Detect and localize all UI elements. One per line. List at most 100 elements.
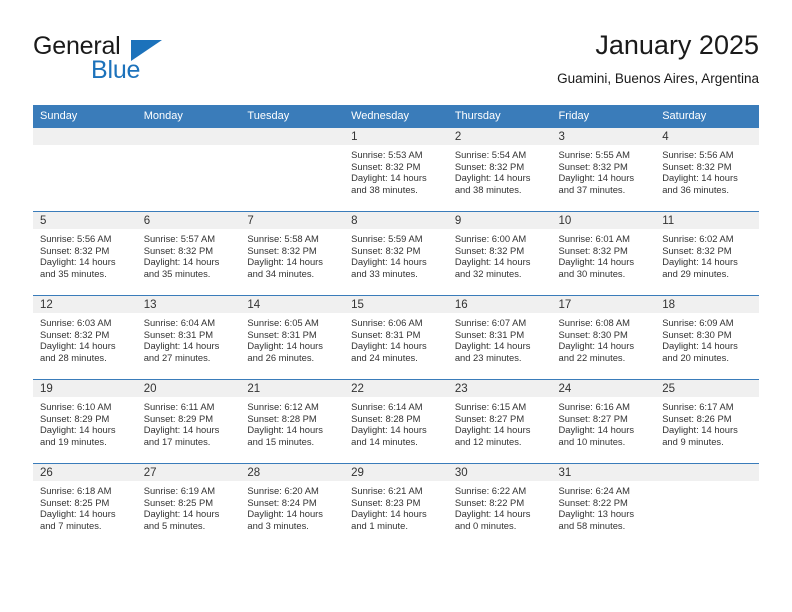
- day-sun-info: Sunrise: 6:21 AM Sunset: 8:23 PM Daylight:…: [344, 481, 448, 531]
- sunrise-time: Sunrise: 6:08 AM: [558, 317, 630, 328]
- weekday-header-thursday: Thursday: [447, 105, 552, 128]
- calendar-day-cell[interactable]: 12 Sunrise: 6:03 AM Sunset: 8:32 PM Dayligh…: [33, 295, 137, 380]
- day-sun-info: Sunrise: 5:56 AM Sunset: 8:32 PM Daylight:…: [33, 229, 137, 279]
- daylight-duration-line1: Daylight: 14 hours: [454, 256, 531, 268]
- sunrise-time: Sunrise: 6:03 AM: [40, 317, 112, 328]
- day-number: 17: [551, 296, 656, 313]
- day-sun-info: Sunrise: 5:54 AM Sunset: 8:32 PM Daylight:…: [448, 145, 552, 195]
- calendar-day-cell[interactable]: 23 Sunrise: 6:15 AM Sunset: 8:27 PM Dayligh…: [447, 379, 552, 464]
- day-sun-info: Sunrise: 5:58 AM Sunset: 8:32 PM Daylight:…: [240, 229, 344, 279]
- calendar-day-cell[interactable]: 2 Sunrise: 5:54 AM Sunset: 8:32 PM Daylight…: [447, 128, 552, 212]
- calendar-day-cell[interactable]: 28 Sunrise: 6:20 AM Sunset: 8:24 PM Dayligh…: [240, 463, 345, 547]
- day-sun-info: Sunrise: 6:10 AM Sunset: 8:29 PM Daylight:…: [33, 397, 137, 447]
- calendar-day-cell[interactable]: 19 Sunrise: 6:10 AM Sunset: 8:29 PM Dayligh…: [33, 379, 137, 464]
- calendar-day-cell[interactable]: 13 Sunrise: 6:04 AM Sunset: 8:31 PM Dayligh…: [136, 295, 241, 380]
- calendar-week-row: 12 Sunrise: 6:03 AM Sunset: 8:32 PM Dayligh…: [33, 295, 759, 380]
- calendar-week-row: 26 Sunrise: 6:18 AM Sunset: 8:25 PM Dayligh…: [33, 463, 759, 547]
- calendar-day-cell[interactable]: 11 Sunrise: 6:02 AM Sunset: 8:32 PM Dayligh…: [655, 211, 759, 296]
- calendar-day-cell[interactable]: 21 Sunrise: 6:12 AM Sunset: 8:28 PM Dayligh…: [240, 379, 345, 464]
- day-cell-content: 29 Sunrise: 6:21 AM Sunset: 8:23 PM Dayligh…: [344, 464, 448, 547]
- sunrise-time: Sunrise: 6:19 AM: [143, 485, 216, 496]
- calendar-day-cell[interactable]: 10 Sunrise: 6:01 AM Sunset: 8:32 PM Dayligh…: [551, 211, 656, 296]
- calendar-day-cell[interactable]: 25 Sunrise: 6:17 AM Sunset: 8:26 PM Dayligh…: [655, 379, 759, 464]
- sunrise-time: Sunrise: 5:53 AM: [351, 149, 423, 160]
- calendar-day-cell[interactable]: 17 Sunrise: 6:08 AM Sunset: 8:30 PM Dayligh…: [551, 295, 656, 380]
- calendar-day-cell[interactable]: 4 Sunrise: 5:56 AM Sunset: 8:32 PM Daylight…: [655, 128, 759, 212]
- sunset-time: Sunset: 8:32 PM: [454, 160, 525, 172]
- day-sun-info: Sunrise: 6:24 AM Sunset: 8:22 PM Daylight:…: [552, 481, 656, 531]
- daylight-duration-line1: Daylight: 14 hours: [662, 340, 738, 352]
- daylight-duration-line1: Daylight: 14 hours: [558, 340, 635, 352]
- daylight-duration-line1: Daylight: 14 hours: [454, 340, 531, 352]
- sunset-time: Sunset: 8:23 PM: [351, 496, 421, 508]
- daylight-duration-line1: Daylight: 14 hours: [143, 508, 220, 520]
- weekday-header-sunday: Sunday: [33, 105, 137, 128]
- daylight-duration-line1: Daylight: 14 hours: [351, 340, 427, 352]
- daylight-duration-line2: and 27 minutes.: [143, 351, 211, 363]
- sunset-time: Sunset: 8:29 PM: [40, 412, 110, 424]
- daylight-duration-line1: Daylight: 14 hours: [662, 172, 738, 184]
- day-sun-info: Sunrise: 5:55 AM Sunset: 8:32 PM Daylight:…: [552, 145, 656, 195]
- daylight-duration-line2: and 3 minutes.: [247, 519, 309, 531]
- daylight-duration-line2: and 37 minutes.: [558, 183, 626, 195]
- daylight-duration-line1: Daylight: 14 hours: [40, 424, 116, 436]
- day-cell-content: 14 Sunrise: 6:05 AM Sunset: 8:31 PM Dayligh…: [240, 296, 345, 379]
- calendar-page: General Blue January 2025 Guamini, Bueno…: [0, 0, 792, 612]
- calendar-day-cell[interactable]: 1 Sunrise: 5:53 AM Sunset: 8:32 PM Daylight…: [344, 128, 448, 212]
- day-sun-info: Sunrise: 6:22 AM Sunset: 8:22 PM Daylight:…: [448, 481, 552, 531]
- calendar-day-cell[interactable]: 27 Sunrise: 6:19 AM Sunset: 8:25 PM Dayligh…: [136, 463, 241, 547]
- calendar-body: 1 Sunrise: 5:53 AM Sunset: 8:32 PM Daylight…: [33, 128, 759, 547]
- day-sun-info: Sunrise: 6:09 AM Sunset: 8:30 PM Daylight:…: [655, 313, 759, 363]
- day-cell-content: 1 Sunrise: 5:53 AM Sunset: 8:32 PM Daylight…: [344, 128, 448, 211]
- day-sun-info: Sunrise: 5:57 AM Sunset: 8:32 PM Daylight:…: [137, 229, 241, 279]
- calendar-day-cell[interactable]: 3 Sunrise: 5:55 AM Sunset: 8:32 PM Daylight…: [551, 128, 656, 212]
- calendar-day-cell[interactable]: 8 Sunrise: 5:59 AM Sunset: 8:32 PM Daylight…: [344, 211, 448, 296]
- day-cell-content: [655, 464, 759, 547]
- calendar-day-cell[interactable]: 14 Sunrise: 6:05 AM Sunset: 8:31 PM Dayligh…: [240, 295, 345, 380]
- calendar-day-cell[interactable]: 22 Sunrise: 6:14 AM Sunset: 8:28 PM Dayligh…: [344, 379, 448, 464]
- sunset-time: Sunset: 8:32 PM: [247, 244, 317, 256]
- calendar-day-cell[interactable]: 18 Sunrise: 6:09 AM Sunset: 8:30 PM Dayligh…: [655, 295, 759, 380]
- weekday-header-monday: Monday: [136, 105, 241, 128]
- calendar-day-cell: [136, 128, 241, 212]
- daylight-duration-line2: and 36 minutes.: [662, 183, 729, 195]
- calendar-day-cell[interactable]: 30 Sunrise: 6:22 AM Sunset: 8:22 PM Dayligh…: [447, 463, 552, 547]
- day-number: [136, 128, 241, 145]
- day-cell-content: 18 Sunrise: 6:09 AM Sunset: 8:30 PM Dayligh…: [655, 296, 759, 379]
- day-cell-content: 2 Sunrise: 5:54 AM Sunset: 8:32 PM Daylight…: [447, 128, 552, 211]
- calendar-day-cell[interactable]: 9 Sunrise: 6:00 AM Sunset: 8:32 PM Daylight…: [447, 211, 552, 296]
- brand-logo[interactable]: General Blue: [33, 32, 203, 90]
- daylight-duration-line2: and 1 minute.: [351, 519, 408, 531]
- daylight-duration-line2: and 5 minutes.: [143, 519, 206, 531]
- day-cell-content: 21 Sunrise: 6:12 AM Sunset: 8:28 PM Dayligh…: [240, 380, 345, 463]
- sunrise-time: Sunrise: 6:06 AM: [351, 317, 423, 328]
- calendar-day-cell[interactable]: 15 Sunrise: 6:06 AM Sunset: 8:31 PM Dayligh…: [344, 295, 448, 380]
- calendar-day-cell[interactable]: 7 Sunrise: 5:58 AM Sunset: 8:32 PM Daylight…: [240, 211, 345, 296]
- day-number: 14: [240, 296, 345, 313]
- day-number: 26: [33, 464, 137, 481]
- calendar-day-cell: [240, 128, 345, 212]
- day-number: 28: [240, 464, 345, 481]
- calendar-day-cell[interactable]: 29 Sunrise: 6:21 AM Sunset: 8:23 PM Dayligh…: [344, 463, 448, 547]
- sunset-time: Sunset: 8:32 PM: [40, 328, 110, 340]
- calendar-week-row: 1 Sunrise: 5:53 AM Sunset: 8:32 PM Daylight…: [33, 128, 759, 212]
- calendar-day-cell[interactable]: 31 Sunrise: 6:24 AM Sunset: 8:22 PM Dayligh…: [551, 463, 656, 547]
- daylight-duration-line2: and 12 minutes.: [454, 435, 522, 447]
- sunset-time: Sunset: 8:31 PM: [351, 328, 421, 340]
- day-cell-content: 31 Sunrise: 6:24 AM Sunset: 8:22 PM Dayligh…: [551, 464, 656, 547]
- daylight-duration-line2: and 22 minutes.: [558, 351, 626, 363]
- day-cell-content: 30 Sunrise: 6:22 AM Sunset: 8:22 PM Dayligh…: [447, 464, 552, 547]
- day-number: 25: [655, 380, 759, 397]
- day-sun-info: Sunrise: 6:07 AM Sunset: 8:31 PM Daylight:…: [448, 313, 552, 363]
- calendar-day-cell[interactable]: 6 Sunrise: 5:57 AM Sunset: 8:32 PM Daylight…: [136, 211, 241, 296]
- calendar-day-cell[interactable]: 24 Sunrise: 6:16 AM Sunset: 8:27 PM Dayligh…: [551, 379, 656, 464]
- calendar-day-cell[interactable]: 26 Sunrise: 6:18 AM Sunset: 8:25 PM Dayligh…: [33, 463, 137, 547]
- day-sun-info: Sunrise: 5:59 AM Sunset: 8:32 PM Daylight:…: [344, 229, 448, 279]
- sunrise-time: Sunrise: 5:56 AM: [662, 149, 734, 160]
- calendar-day-cell[interactable]: 20 Sunrise: 6:11 AM Sunset: 8:29 PM Dayligh…: [136, 379, 241, 464]
- day-number: 10: [551, 212, 656, 229]
- calendar-day-cell[interactable]: 16 Sunrise: 6:07 AM Sunset: 8:31 PM Dayligh…: [447, 295, 552, 380]
- daylight-duration-line2: and 14 minutes.: [351, 435, 418, 447]
- day-sun-info: Sunrise: 6:12 AM Sunset: 8:28 PM Daylight:…: [240, 397, 344, 447]
- calendar-day-cell[interactable]: 5 Sunrise: 5:56 AM Sunset: 8:32 PM Daylight…: [33, 211, 137, 296]
